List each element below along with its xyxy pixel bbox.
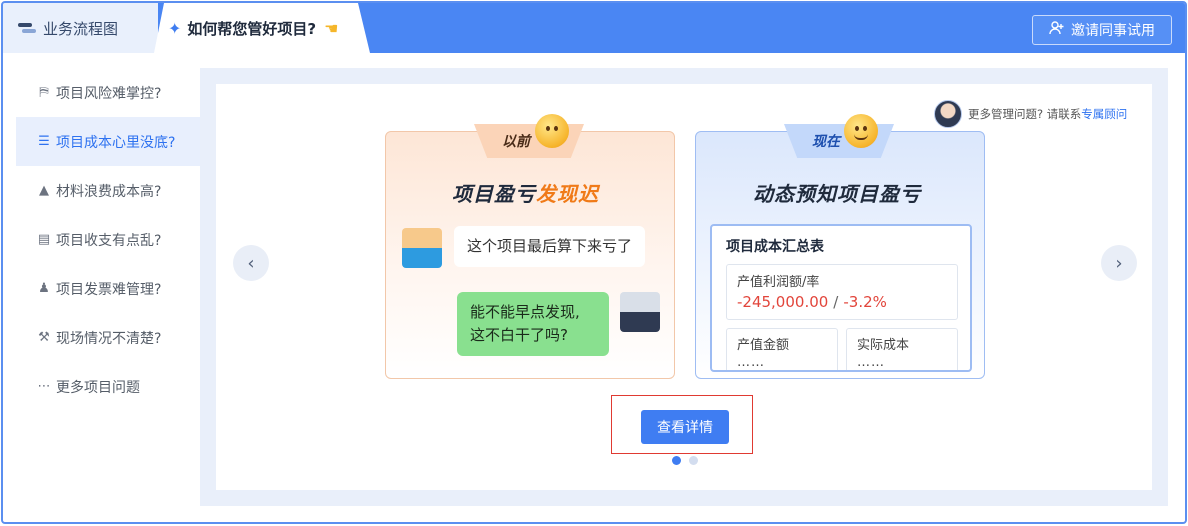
add-user-icon	[1049, 20, 1065, 40]
chevron-right-icon: ›	[1115, 252, 1123, 274]
chat-line: 这不白干了吗?	[470, 326, 568, 344]
chat-bubble-question: 能不能早点发现, 这不白干了吗?	[457, 292, 609, 356]
sidebar-item-label: 项目风险难掌控?	[56, 85, 162, 102]
view-details-button[interactable]: 查看详情	[641, 410, 729, 444]
cost-summary-card: 项目成本汇总表 产值利润额/率 -245,000.00/-3.2% 产值金额 ……	[710, 224, 972, 372]
sidebar-item-cost[interactable]: ☰ 项目成本心里没底?	[16, 117, 202, 166]
avatar	[402, 228, 442, 268]
before-title-highlight: 发现迟	[536, 182, 599, 206]
actual-cost-cell: 实际成本 ……	[846, 328, 958, 370]
prev-slide-button[interactable]: ‹	[233, 245, 269, 281]
next-slide-button[interactable]: ›	[1101, 245, 1137, 281]
kpi-amount: -245,000.00	[737, 293, 829, 311]
sidebar-item-site[interactable]: ⚒ 现场情况不清楚?	[16, 313, 202, 362]
coins-icon: ☰	[38, 134, 50, 149]
sidebar-item-risk[interactable]: ⛿ 项目风险难掌控?	[16, 68, 202, 117]
sidebar-item-label: 更多项目问题	[56, 379, 140, 396]
eye-left	[855, 126, 859, 131]
carousel-dot[interactable]	[672, 456, 681, 465]
risk-icon: ⛿	[39, 85, 49, 100]
before-badge-label: 以前	[502, 134, 530, 150]
ledger-icon: ▤	[37, 232, 51, 247]
invoice-icon: ♟	[38, 281, 50, 296]
cell-value: ……	[737, 355, 765, 370]
site-worker-icon: ⚒	[38, 330, 50, 345]
sparkle-icon: ✦	[168, 18, 182, 38]
carousel-indicators	[672, 456, 698, 465]
tab-project-help-label: 如何帮您管好项目?	[187, 19, 317, 38]
sidebar-item-label: 项目收支有点乱?	[56, 232, 162, 249]
before-title-main: 项目盈亏	[452, 182, 536, 206]
advisor-avatar	[934, 100, 962, 128]
cell-value: ……	[857, 355, 885, 370]
tab-flowchart-label: 业务流程图	[43, 19, 119, 38]
before-title: 项目盈亏发现迟	[452, 178, 599, 207]
advisor-link[interactable]: 专属顾问	[1081, 106, 1127, 122]
pointing-hand-icon: ☚	[324, 18, 339, 38]
now-badge-label: 现在	[812, 134, 840, 150]
sidebar-item-label: 材料浪费成本高?	[56, 183, 162, 200]
profit-kpi: 产值利润额/率 -245,000.00/-3.2%	[726, 264, 958, 320]
sidebar: ⛿ 项目风险难掌控? ☰ 项目成本心里没底? ▲ 材料浪费成本高? ▤ 项目收支…	[16, 68, 202, 428]
tab-flowchart[interactable]: 业务流程图	[3, 3, 158, 53]
eye-left	[546, 126, 550, 131]
kpi-value: -245,000.00/-3.2%	[737, 293, 947, 311]
flow-icon	[17, 21, 37, 35]
now-title: 动态预知项目盈亏	[753, 182, 921, 206]
top-bar: 业务流程图 ✦ 如何帮您管好项目? ☚ 邀请同事试用	[3, 3, 1185, 53]
sidebar-item-label: 现场情况不清楚?	[56, 330, 162, 347]
eye-right	[554, 126, 558, 131]
more-icon: ⋯	[37, 379, 51, 394]
thinking-face-icon	[535, 114, 569, 148]
mouth	[854, 134, 868, 140]
invite-colleague-label: 邀请同事试用	[1071, 23, 1155, 39]
smiling-face-icon	[844, 114, 878, 148]
sidebar-item-label: 项目成本心里没底?	[56, 134, 176, 151]
sidebar-item-materials[interactable]: ▲ 材料浪费成本高?	[16, 166, 202, 215]
materials-icon: ▲	[39, 183, 49, 198]
sidebar-item-more[interactable]: ⋯ 更多项目问题	[16, 362, 202, 411]
output-value-cell: 产值金额 ……	[726, 328, 838, 370]
sidebar-item-income[interactable]: ▤ 项目收支有点乱?	[16, 215, 202, 264]
sidebar-item-label: 项目发票难管理?	[56, 281, 162, 298]
advisor-text: 更多管理问题? 请联系	[968, 107, 1082, 121]
kpi-separator: /	[833, 293, 839, 311]
cell-label: 实际成本	[857, 338, 910, 353]
kpi-rate: -3.2%	[843, 293, 887, 311]
chat-line: 能不能早点发现,	[470, 303, 580, 321]
tab-project-help[interactable]: ✦ 如何帮您管好项目? ☚	[154, 3, 370, 53]
sidebar-item-invoice[interactable]: ♟ 项目发票难管理?	[16, 264, 202, 313]
avatar	[620, 292, 660, 332]
kpi-label: 产值利润额/率	[737, 275, 820, 290]
carousel-dot[interactable]	[689, 456, 698, 465]
chat-bubble-loss: 这个项目最后算下来亏了	[454, 226, 646, 267]
summary-title: 项目成本汇总表	[726, 239, 824, 255]
eye-right	[863, 126, 867, 131]
cell-label: 产值金额	[737, 338, 790, 353]
chevron-left-icon: ‹	[247, 252, 255, 274]
advisor-contact[interactable]: 更多管理问题? 请联系 专属顾问	[934, 100, 1127, 128]
invite-colleague-button[interactable]: 邀请同事试用	[1032, 15, 1172, 45]
